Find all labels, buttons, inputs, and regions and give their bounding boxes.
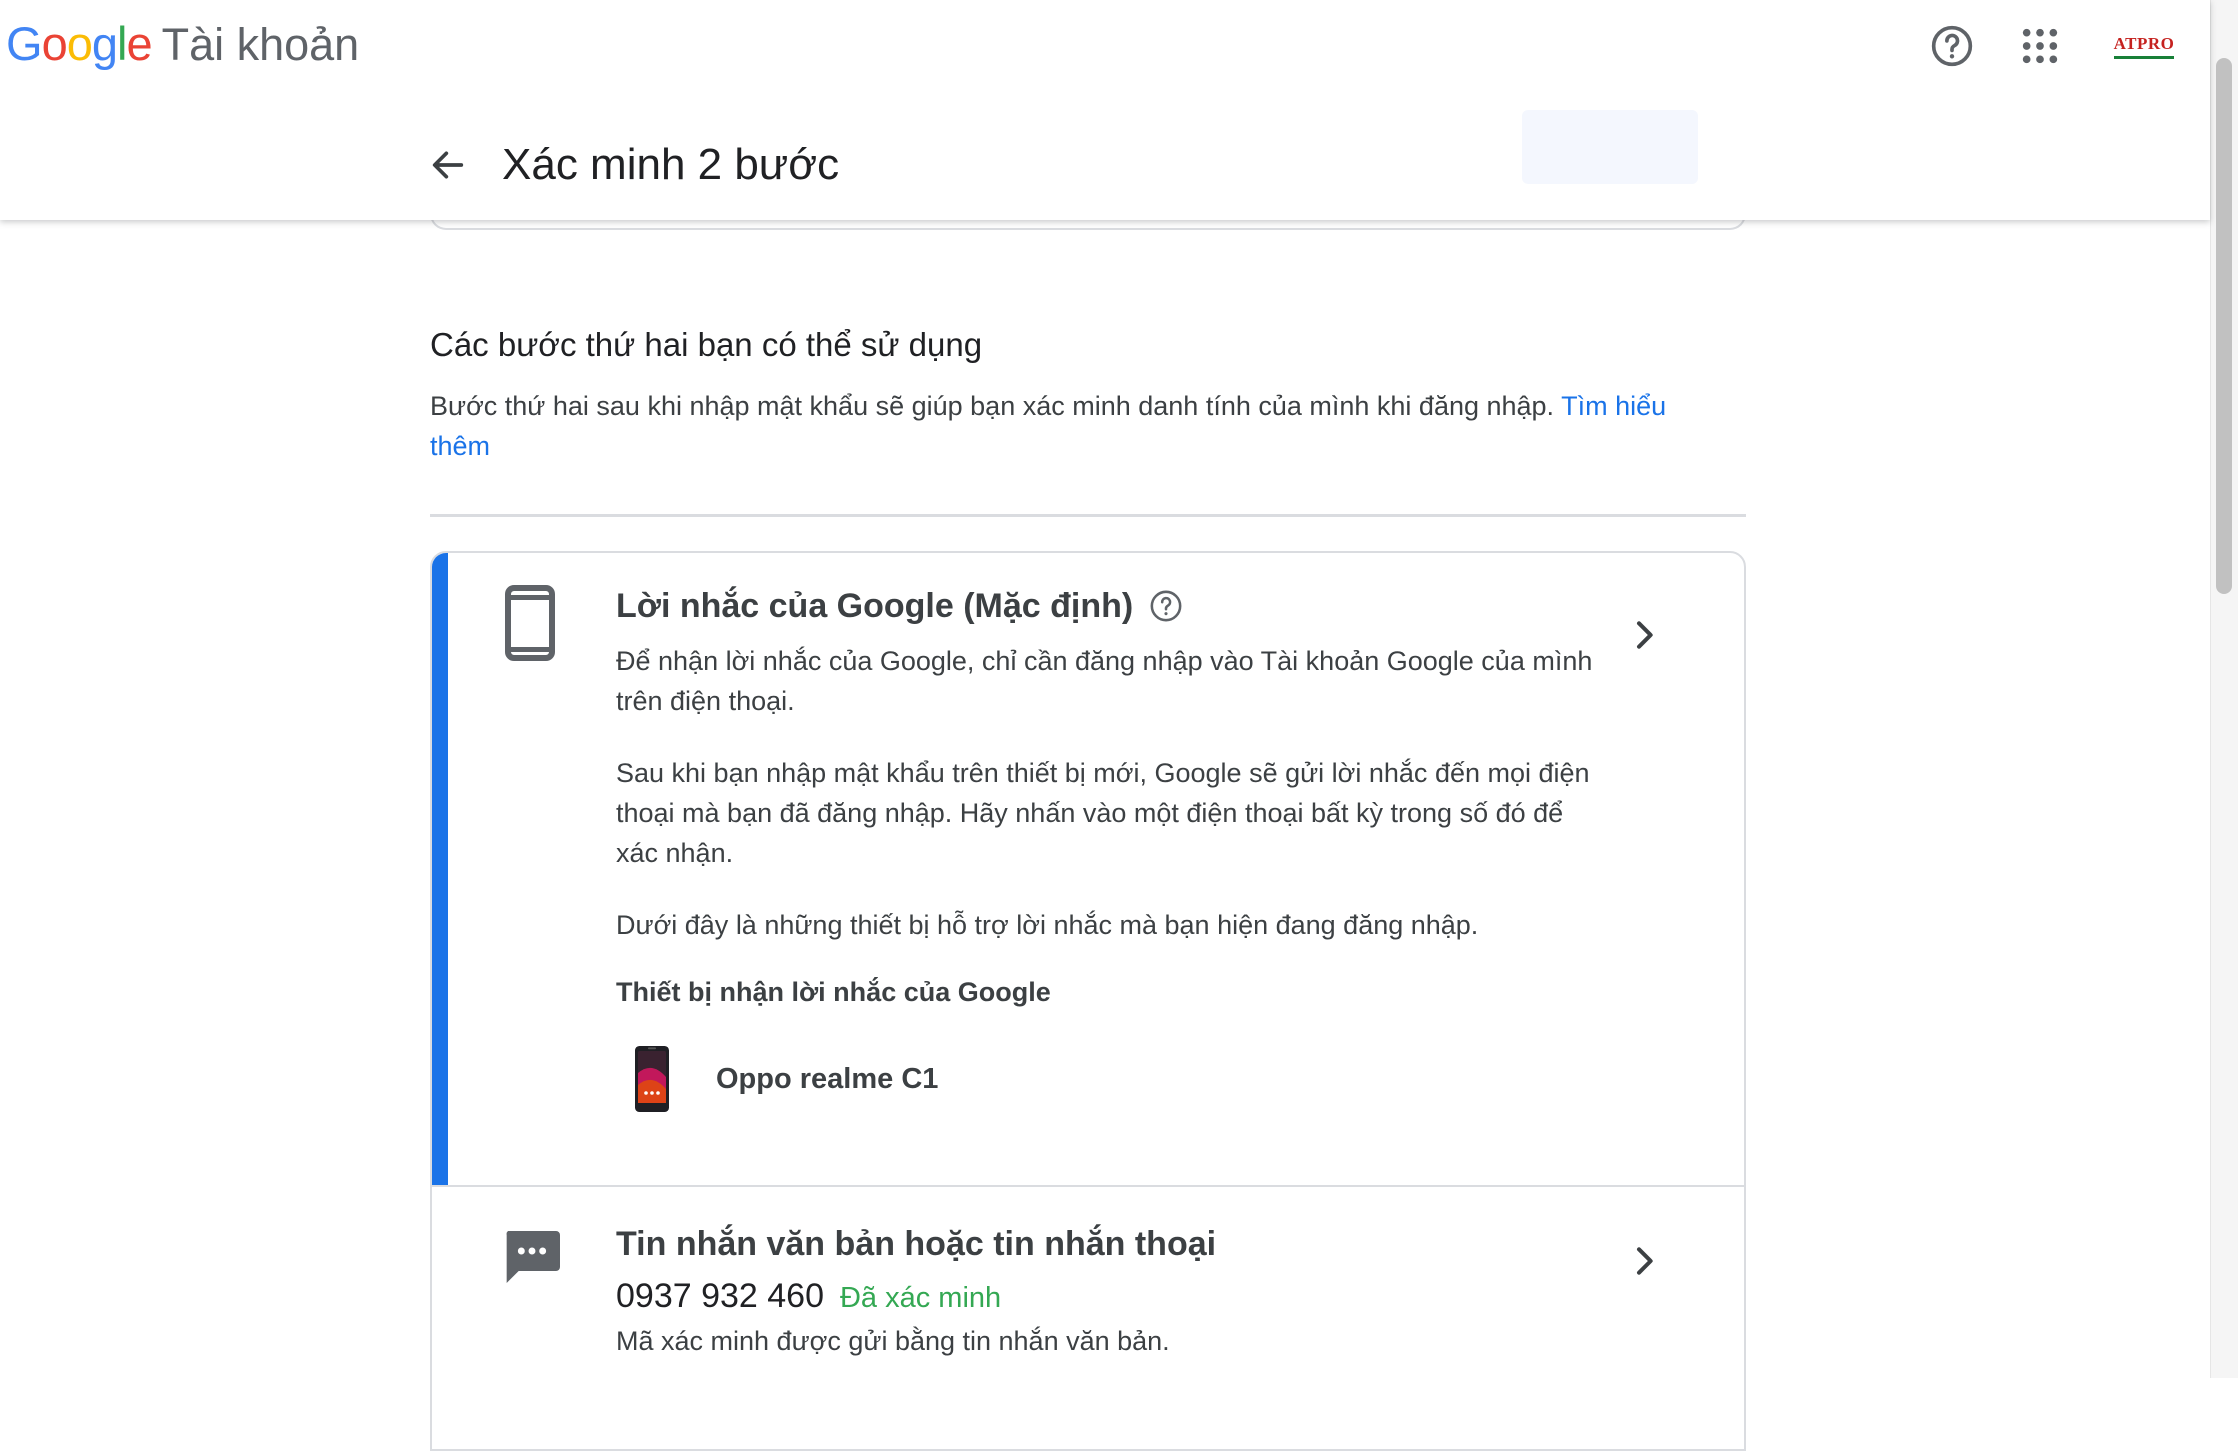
help-circle-icon	[1931, 25, 1973, 67]
sms-voice-option[interactable]: Tin nhắn văn bản hoặc tin nhắn thoại 093…	[432, 1187, 1744, 1449]
logo-letter: o	[66, 17, 93, 70]
phone-line: 0937 932 460 Đã xác minh	[616, 1277, 1606, 1316]
section-title: Các bước thứ hai bạn có thể sử dụng	[430, 326, 983, 363]
logo-letter: e	[126, 17, 152, 70]
apps-grid-icon	[2022, 28, 2058, 64]
verified-status: Đã xác minh	[839, 1282, 1002, 1314]
section-description: Bước thứ hai sau khi nhập mật khẩu sẽ gi…	[430, 386, 1720, 466]
device-name: Oppo realme C1	[716, 1062, 939, 1095]
account-avatar[interactable]: ATPRO	[2108, 18, 2180, 74]
logo-letter: o	[41, 17, 68, 70]
apps-button[interactable]	[2012, 18, 2068, 74]
phone-number: 0937 932 460	[616, 1277, 824, 1315]
google-prompt-paragraph: Sau khi bạn nhập mật khẩu trên thiết bị …	[616, 758, 1590, 868]
google-prompt-content: Lời nhắc của Google (Mặc định) Để nhận l…	[616, 583, 1606, 1116]
help-button[interactable]	[1924, 18, 1980, 74]
scrollbar-thumb[interactable]	[2216, 58, 2232, 594]
brand[interactable]: Google Tài khoản	[6, 14, 359, 75]
sms-voice-description: Mã xác minh được gửi bằng tin nhắn văn b…	[616, 1326, 1170, 1356]
top-actions: ATPRO	[1924, 18, 2180, 74]
phone-device-icon	[635, 1046, 669, 1112]
chevron-right-icon[interactable]	[1624, 615, 1664, 655]
google-prompt-title: Lời nhắc của Google (Mặc định)	[616, 586, 1134, 625]
devices-heading: Thiết bị nhận lời nhắc của Google	[616, 977, 1051, 1007]
account-badge-underline	[2113, 55, 2175, 59]
device-item: Oppo realme C1	[616, 1042, 1606, 1116]
google-logo: Google	[6, 14, 153, 74]
top-app-bar: Google Tài khoản ATPRO Xác minh 2 bước	[0, 0, 2210, 220]
arrow-back-icon	[432, 151, 464, 179]
product-name: Tài khoản	[161, 19, 360, 70]
google-prompt-option[interactable]: Lời nhắc của Google (Mặc định) Để nhận l…	[432, 553, 1744, 1187]
back-button[interactable]	[420, 137, 476, 193]
sms-icon	[506, 1231, 560, 1283]
account-badge-text: ATPRO	[2113, 33, 2175, 53]
page-title: Xác minh 2 bước	[502, 140, 840, 189]
faded-off-button	[1522, 110, 1698, 184]
second-steps-list: Lời nhắc của Google (Mặc định) Để nhận l…	[430, 551, 1746, 1451]
sms-voice-content: Tin nhắn văn bản hoặc tin nhắn thoại 093…	[616, 1221, 1606, 1357]
google-prompt-paragraph: Dưới đây là những thiết bị hỗ trợ lời nh…	[616, 910, 1479, 940]
section-description-text: Bước thứ hai sau khi nhập mật khẩu sẽ gi…	[430, 391, 1555, 421]
chevron-right-icon[interactable]	[1624, 1241, 1664, 1281]
section-divider	[430, 514, 1746, 517]
logo-letter: G	[6, 17, 43, 70]
sms-voice-title: Tin nhắn văn bản hoặc tin nhắn thoại	[616, 1225, 1217, 1263]
smartphone-icon	[505, 585, 555, 661]
subheader: Xác minh 2 bước	[420, 120, 839, 210]
google-prompt-title-row: Lời nhắc của Google (Mặc định)	[616, 583, 1606, 629]
google-prompt-paragraph: Để nhận lời nhắc của Google, chỉ cần đăn…	[616, 646, 1593, 716]
logo-letter: g	[91, 17, 118, 70]
help-circle-icon[interactable]	[1149, 589, 1183, 623]
